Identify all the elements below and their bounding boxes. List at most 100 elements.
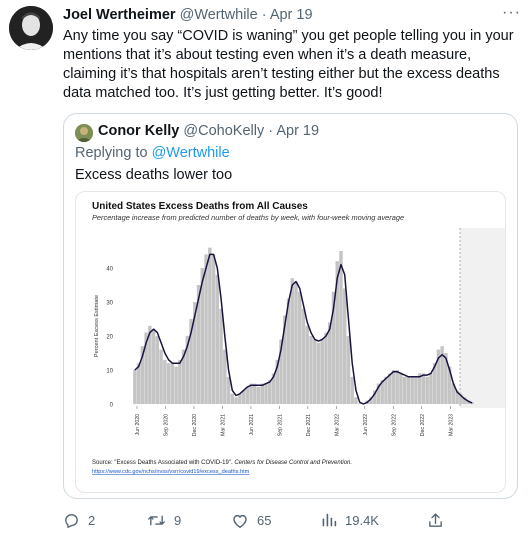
bar xyxy=(414,376,418,404)
bar xyxy=(226,376,231,404)
bar xyxy=(166,363,171,404)
bar xyxy=(417,373,422,404)
bar xyxy=(253,383,257,404)
bar xyxy=(219,308,223,404)
reply-count: 2 xyxy=(88,513,96,528)
bar xyxy=(256,387,261,404)
bar xyxy=(387,373,392,404)
bar xyxy=(425,376,429,404)
bar xyxy=(264,383,268,404)
x-tick-label: Sep 2021 xyxy=(277,414,283,436)
x-tick-label: Sep 2022 xyxy=(391,414,397,436)
tweet-header: Joel Wertheimer @Wertwhile · Apr 19 xyxy=(63,7,313,23)
bar xyxy=(174,366,178,404)
bar xyxy=(410,376,414,404)
chart-image[interactable]: United States Excess Deaths from All Cau… xyxy=(75,191,506,493)
bar xyxy=(260,383,265,404)
share-icon xyxy=(429,513,442,527)
bar xyxy=(151,329,156,404)
bar xyxy=(223,349,227,404)
bar xyxy=(245,387,250,404)
author-name[interactable]: Joel Wertheimer xyxy=(63,7,176,23)
bar xyxy=(155,336,160,404)
quoted-tweet-text: Excess deaths lower too xyxy=(75,167,233,183)
chart-title: United States Excess Deaths from All Cau… xyxy=(92,201,308,212)
bar xyxy=(399,373,403,404)
replying-to-link[interactable]: @Wertwhile xyxy=(152,145,230,161)
bar xyxy=(429,373,433,404)
separator-dot: · xyxy=(268,123,274,139)
bar xyxy=(350,376,354,404)
bar xyxy=(324,332,328,404)
separator-dot: · xyxy=(261,7,267,23)
x-tick-label: Dec 2021 xyxy=(306,414,312,436)
chart-source: Source: "Excess Deaths Associated with C… xyxy=(92,460,352,466)
x-tick-label: Sep 2020 xyxy=(163,414,169,436)
bar xyxy=(316,342,321,404)
bar xyxy=(159,349,163,404)
retweet-icon xyxy=(148,515,165,526)
bar xyxy=(301,308,306,404)
bar xyxy=(421,373,426,404)
bar xyxy=(215,274,220,404)
views-action[interactable]: 19.4K xyxy=(321,512,379,528)
y-tick-label: 40 xyxy=(106,267,113,273)
more-options-icon[interactable]: ··· xyxy=(502,4,521,22)
bar xyxy=(133,370,137,404)
like-count: 65 xyxy=(257,513,272,528)
y-tick-label: 0 xyxy=(110,403,114,409)
bar xyxy=(294,281,298,404)
bar xyxy=(309,336,313,404)
bar xyxy=(346,336,351,404)
bar xyxy=(163,359,167,404)
bar xyxy=(298,291,302,404)
bar xyxy=(354,397,358,404)
x-tick-label: Jun 2022 xyxy=(363,414,369,435)
quoted-tweet[interactable]: Conor Kelly @CohoKelly · Apr 19 Replying… xyxy=(63,113,518,499)
bar xyxy=(211,254,216,404)
bar xyxy=(343,288,347,404)
bar xyxy=(402,376,407,404)
share-action[interactable] xyxy=(427,512,444,529)
tweet[interactable]: Joel Wertheimer @Wertwhile · Apr 19 ··· … xyxy=(0,0,529,537)
x-tick-label: Mar 2023 xyxy=(448,414,454,436)
bar xyxy=(204,254,208,404)
x-tick-label: Jun 2021 xyxy=(249,414,255,435)
y-tick-label: 10 xyxy=(106,369,113,375)
x-tick-label: Dec 2020 xyxy=(192,414,198,436)
bar xyxy=(230,393,235,404)
y-tick-label: 30 xyxy=(106,301,113,307)
bar xyxy=(313,339,317,404)
retweet-count: 9 xyxy=(174,513,182,528)
retweet-action[interactable]: 9 xyxy=(147,512,181,529)
like-action[interactable]: 65 xyxy=(231,512,271,529)
source-publisher: Centers for Disease Control and Preventi… xyxy=(234,460,352,466)
bar xyxy=(208,247,212,404)
bar xyxy=(339,251,343,404)
author-handle[interactable]: @Wertwhile xyxy=(180,7,258,23)
chart-subtitle: Percentage increase from predicted numbe… xyxy=(92,213,404,222)
tweet-date[interactable]: Apr 19 xyxy=(270,7,313,23)
quoted-author-name: Conor Kelly xyxy=(98,123,180,139)
quoted-tweet-header: Conor Kelly @CohoKelly · Apr 19 xyxy=(98,123,319,139)
views-icon xyxy=(322,513,337,527)
bar xyxy=(238,393,242,404)
y-axis-label: Percent Excess Estimate xyxy=(94,295,100,357)
source-prefix: Source: "Excess Deaths Associated with C… xyxy=(92,460,234,466)
replying-to: Replying to @Wertwhile xyxy=(75,145,230,161)
x-tick-label: Dec 2022 xyxy=(420,414,426,436)
reply-action[interactable]: 2 xyxy=(63,512,95,529)
bar xyxy=(290,278,294,404)
bar xyxy=(320,339,324,404)
tweet-text: Any time you say “COVID is waning” you g… xyxy=(63,28,514,101)
bar xyxy=(384,376,388,404)
quoted-author-avatar[interactable] xyxy=(75,124,93,142)
bar xyxy=(234,397,238,404)
bar xyxy=(305,325,309,404)
x-tick-label: Mar 2022 xyxy=(334,414,340,436)
bar xyxy=(395,370,399,404)
action-bar: 2 9 65 19.4K xyxy=(63,512,463,532)
like-icon xyxy=(233,514,247,528)
author-avatar[interactable] xyxy=(9,6,53,50)
bar xyxy=(136,363,141,404)
